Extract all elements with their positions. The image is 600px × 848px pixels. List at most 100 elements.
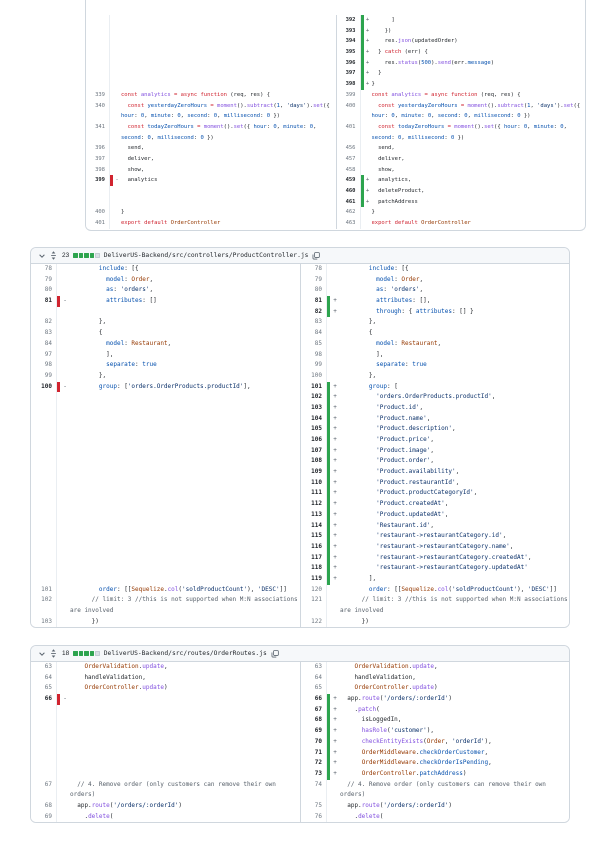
line-number[interactable]: 398 — [337, 79, 361, 90]
line-number[interactable]: 73 — [301, 769, 327, 780]
line-number[interactable]: 70 — [301, 737, 327, 748]
line-number[interactable]: 65 — [31, 683, 57, 694]
line-number[interactable]: 341 — [86, 122, 110, 133]
line-number[interactable]: 99 — [31, 371, 57, 382]
line-number[interactable]: 85 — [301, 339, 327, 350]
line-number[interactable]: 79 — [301, 275, 327, 286]
line-number[interactable]: 461 — [337, 197, 361, 208]
line-number[interactable]: 340 — [86, 101, 110, 112]
line-number[interactable]: 396 — [86, 143, 110, 154]
line-number[interactable]: 83 — [31, 328, 57, 339]
line-number[interactable]: 80 — [301, 285, 327, 296]
line-number[interactable]: 114 — [301, 521, 327, 532]
line-number[interactable]: 118 — [301, 563, 327, 574]
line-number[interactable]: 82 — [31, 317, 57, 328]
unfold-icon[interactable] — [50, 649, 57, 658]
line-number[interactable]: 463 — [337, 218, 361, 229]
line-number[interactable]: 100 — [31, 382, 57, 393]
line-number[interactable]: 394 — [337, 36, 361, 47]
line-number[interactable]: 109 — [301, 467, 327, 478]
chevron-down-icon[interactable] — [38, 252, 46, 260]
line-number[interactable]: 100 — [301, 371, 327, 382]
line-number[interactable]: 115 — [301, 531, 327, 542]
line-number[interactable]: 399 — [337, 90, 361, 101]
line-number[interactable]: 84 — [301, 328, 327, 339]
line-number[interactable]: 457 — [337, 154, 361, 165]
line-number[interactable]: 84 — [31, 339, 57, 350]
line-number[interactable]: 80 — [31, 285, 57, 296]
line-number[interactable]: 113 — [301, 510, 327, 521]
line-number[interactable]: 69 — [31, 812, 57, 823]
file-path[interactable]: DeliverUS-Backend/src/controllers/Produc… — [104, 252, 309, 259]
line-number[interactable]: 400 — [337, 101, 361, 112]
line-number[interactable]: 119 — [301, 574, 327, 585]
line-number[interactable]: 63 — [301, 662, 327, 673]
line-number[interactable]: 78 — [31, 264, 57, 275]
line-number[interactable]: 104 — [301, 414, 327, 425]
line-number[interactable]: 79 — [31, 275, 57, 286]
line-number[interactable]: 66 — [301, 694, 327, 705]
line-number[interactable]: 101 — [31, 585, 57, 596]
line-number[interactable]: 107 — [301, 446, 327, 457]
chevron-down-icon[interactable] — [38, 650, 46, 658]
line-number[interactable]: 120 — [301, 585, 327, 596]
line-number[interactable]: 81 — [301, 296, 327, 307]
line-number[interactable]: 99 — [301, 360, 327, 371]
line-number[interactable]: 72 — [301, 758, 327, 769]
line-number[interactable]: 111 — [301, 488, 327, 499]
line-number[interactable]: 393 — [337, 26, 361, 37]
line-number[interactable]: 83 — [301, 317, 327, 328]
line-number[interactable]: 339 — [86, 90, 110, 101]
line-number[interactable]: 112 — [301, 499, 327, 510]
line-number[interactable]: 117 — [301, 553, 327, 564]
line-number[interactable]: 67 — [301, 705, 327, 716]
line-number[interactable]: 69 — [301, 726, 327, 737]
line-number[interactable]: 401 — [337, 122, 361, 133]
line-number[interactable]: 108 — [301, 456, 327, 467]
line-number[interactable]: 397 — [337, 68, 361, 79]
file-path[interactable]: DeliverUS-Backend/src/routes/OrderRoutes… — [104, 650, 267, 657]
line-number[interactable]: 122 — [301, 617, 327, 628]
line-number[interactable]: 63 — [31, 662, 57, 673]
line-number[interactable]: 392 — [337, 15, 361, 26]
line-number[interactable]: 82 — [301, 307, 327, 318]
line-number[interactable]: 459 — [337, 175, 361, 186]
line-number[interactable]: 102 — [31, 595, 57, 606]
line-number[interactable]: 101 — [301, 382, 327, 393]
line-number[interactable]: 397 — [86, 154, 110, 165]
line-number[interactable]: 400 — [86, 207, 110, 218]
line-number[interactable]: 110 — [301, 478, 327, 489]
line-number[interactable]: 64 — [31, 673, 57, 684]
line-number[interactable]: 105 — [301, 424, 327, 435]
line-number[interactable]: 456 — [337, 143, 361, 154]
line-number[interactable]: 103 — [31, 617, 57, 628]
line-number[interactable]: 399 — [86, 175, 110, 186]
copy-icon[interactable] — [312, 252, 320, 260]
line-number[interactable]: 398 — [86, 165, 110, 176]
line-number[interactable]: 106 — [301, 435, 327, 446]
line-number[interactable]: 121 — [301, 595, 327, 606]
line-number[interactable]: 116 — [301, 542, 327, 553]
line-number[interactable]: 74 — [301, 780, 327, 791]
line-number[interactable]: 66 — [31, 694, 57, 705]
line-number[interactable]: 75 — [301, 801, 327, 812]
line-number[interactable]: 97 — [31, 350, 57, 361]
line-number[interactable]: 98 — [31, 360, 57, 371]
line-number[interactable]: 67 — [31, 780, 57, 791]
line-number[interactable]: 462 — [337, 207, 361, 218]
line-number[interactable]: 396 — [337, 58, 361, 69]
line-number[interactable]: 78 — [301, 264, 327, 275]
line-number[interactable]: 68 — [301, 715, 327, 726]
line-number[interactable]: 98 — [301, 350, 327, 361]
line-number[interactable]: 65 — [301, 683, 327, 694]
line-number[interactable]: 102 — [301, 392, 327, 403]
line-number[interactable]: 401 — [86, 218, 110, 229]
line-number[interactable]: 81 — [31, 296, 57, 307]
line-number[interactable]: 64 — [301, 673, 327, 684]
line-number[interactable]: 458 — [337, 165, 361, 176]
copy-icon[interactable] — [271, 650, 279, 658]
line-number[interactable]: 460 — [337, 186, 361, 197]
line-number[interactable]: 68 — [31, 801, 57, 812]
line-number[interactable]: 71 — [301, 748, 327, 759]
line-number[interactable]: 103 — [301, 403, 327, 414]
